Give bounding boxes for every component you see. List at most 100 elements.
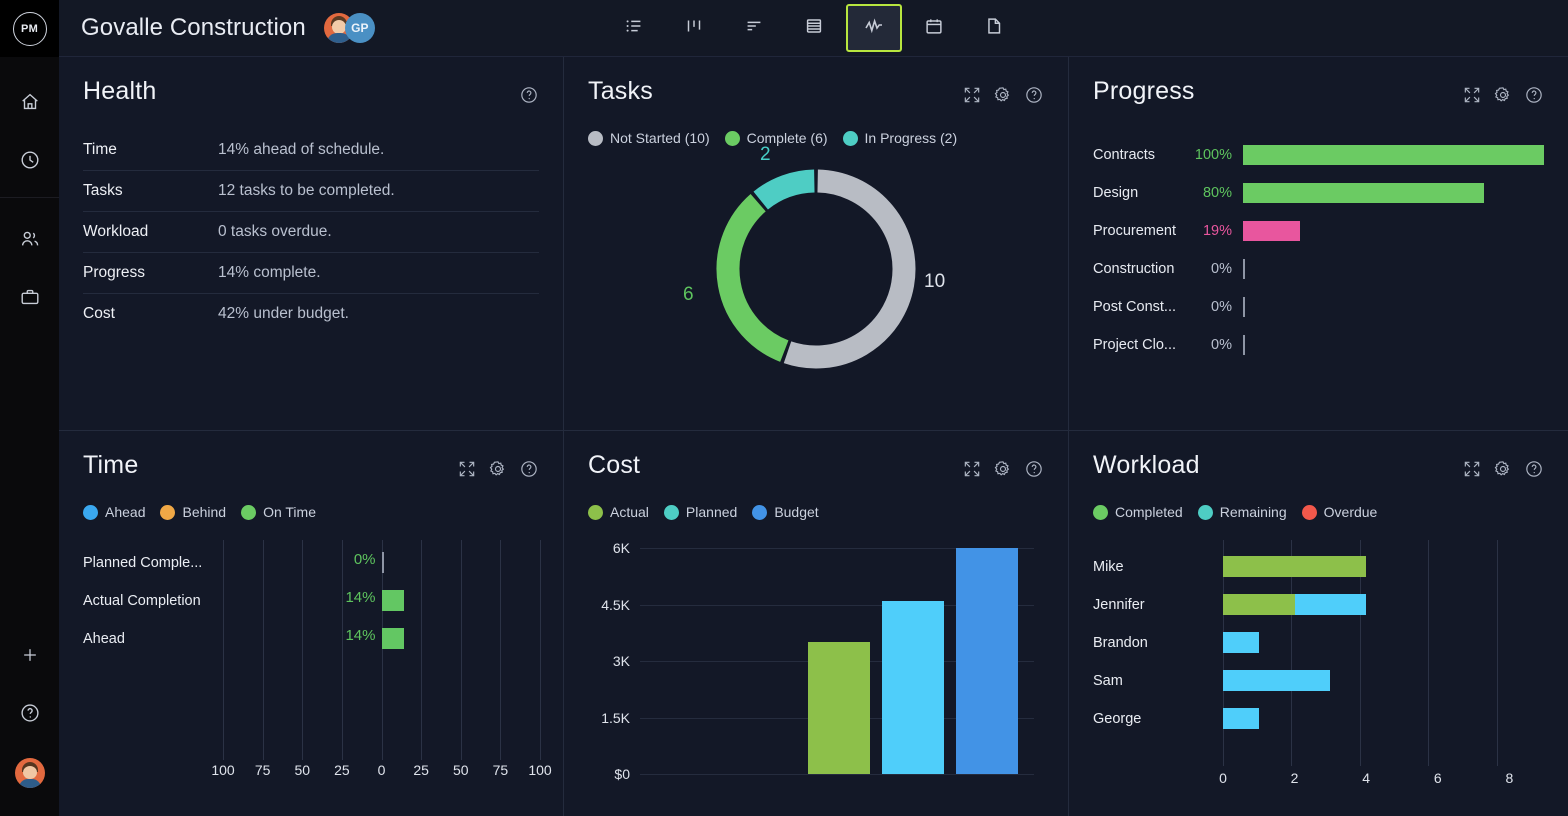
help-circle-icon[interactable] (1524, 85, 1544, 110)
workload-legend-item[interactable]: Completed (1093, 504, 1183, 520)
time-legend-item[interactable]: On Time (241, 504, 316, 520)
gear-icon[interactable] (1493, 85, 1513, 110)
tab-list[interactable] (606, 4, 662, 52)
progress-row-value: 19% (1202, 223, 1232, 239)
tab-calendar[interactable] (906, 4, 962, 52)
cost-bar[interactable] (882, 600, 944, 774)
time-legend-item[interactable]: Behind (160, 504, 226, 520)
progress-row[interactable]: Design 80% (1093, 174, 1544, 212)
rail-item-help[interactable] (0, 686, 59, 744)
rail-item-profile[interactable] (0, 744, 59, 802)
cost-bar[interactable] (956, 548, 1018, 774)
workload-bar-segment[interactable] (1223, 594, 1295, 615)
progress-row[interactable]: Project Clo... 0% (1093, 326, 1544, 364)
progress-row[interactable]: Procurement 19% (1093, 212, 1544, 250)
donut-slice[interactable] (753, 169, 815, 210)
rail-item-home[interactable] (0, 75, 59, 133)
legend-label: Overdue (1323, 504, 1378, 520)
axis-tick-label: 0 (377, 762, 386, 778)
avatar-group[interactable]: GP (323, 13, 375, 43)
gear-icon[interactable] (993, 85, 1013, 110)
progress-row-label: Contracts (1093, 147, 1156, 163)
help-circle-icon[interactable] (519, 459, 539, 484)
progress-row[interactable]: Contracts 100% (1093, 136, 1544, 174)
help-circle-icon[interactable] (1524, 459, 1544, 484)
workload-legend-item[interactable]: Overdue (1301, 504, 1378, 520)
gear-icon[interactable] (1493, 459, 1513, 484)
expand-icon[interactable] (457, 459, 477, 484)
help-circle-icon[interactable] (1024, 85, 1044, 110)
time-row-value: 14% (345, 589, 376, 606)
progress-row-track (1243, 145, 1544, 165)
gear-icon[interactable] (993, 459, 1013, 484)
expand-icon[interactable] (962, 85, 982, 110)
progress-row-track (1243, 259, 1544, 279)
tab-files[interactable] (966, 4, 1022, 52)
cost-legend-item[interactable]: Budget (752, 504, 819, 520)
briefcase-icon (19, 286, 41, 313)
workload-bar-segment[interactable] (1223, 556, 1367, 577)
view-tabs (606, 0, 1022, 56)
tab-sheet[interactable] (786, 4, 842, 52)
progress-row[interactable]: Post Const... 0% (1093, 288, 1544, 326)
plus-icon (20, 645, 40, 670)
tab-gantt[interactable] (726, 4, 782, 52)
legend-label: Remaining (1219, 504, 1287, 520)
axis-tick-label: 4 (1362, 770, 1371, 786)
expand-icon[interactable] (1462, 85, 1482, 110)
time-axis: 100 75 50 25 0 25 50 75 100 (83, 762, 551, 786)
tasks-legend-item[interactable]: Complete (6) (724, 130, 828, 146)
time-row-value: 14% (345, 627, 376, 644)
health-row-key: Tasks (83, 182, 123, 199)
progress-row-value: 0% (1211, 261, 1232, 277)
rail-group-primary (0, 57, 59, 197)
tasks-legend-item[interactable]: Not Started (10) (588, 130, 710, 146)
rail-item-people[interactable] (0, 212, 59, 270)
legend-swatch (724, 130, 740, 146)
tab-dashboard[interactable] (845, 4, 902, 52)
file-icon (983, 15, 1005, 42)
calendar-icon (923, 15, 945, 42)
rail-item-add[interactable] (0, 628, 59, 686)
cost-legend-item[interactable]: Planned (663, 504, 738, 520)
time-row-bar[interactable] (381, 628, 404, 649)
workload-bar-segment[interactable] (1294, 594, 1367, 615)
donut-slice[interactable] (716, 194, 789, 362)
tab-board[interactable] (666, 4, 722, 52)
rail-item-projects[interactable] (0, 270, 59, 328)
tasks-legend-item[interactable]: In Progress (2) (842, 130, 957, 146)
left-rail: PM (0, 0, 59, 816)
legend-label: Planned (685, 504, 738, 520)
expand-icon[interactable] (962, 459, 982, 484)
progress-bar-list: Contracts 100% Design 80% Procurement 19% Cons… (1093, 136, 1544, 364)
workload-legend-item[interactable]: Remaining (1197, 504, 1287, 520)
legend-swatch (241, 504, 257, 520)
donut-slice[interactable] (783, 169, 916, 369)
progress-row-label: Project Clo... (1093, 337, 1176, 353)
help-circle-icon[interactable] (1024, 459, 1044, 484)
gear-icon[interactable] (488, 459, 508, 484)
gridline (640, 774, 1034, 775)
legend-swatch (160, 504, 176, 520)
workload-bar-segment[interactable] (1223, 708, 1259, 729)
app-logo[interactable]: PM (0, 0, 59, 57)
panel-title: Time (83, 451, 139, 479)
progress-row[interactable]: Construction 0% (1093, 250, 1544, 288)
workload-axis: 0 2 4 6 8 (1093, 770, 1544, 798)
rail-item-recent[interactable] (0, 133, 59, 191)
time-row-bar[interactable] (381, 590, 404, 611)
health-row-key: Time (83, 141, 117, 158)
time-legend-item[interactable]: Ahead (83, 504, 145, 520)
axis-tick-label: 25 (413, 762, 429, 778)
cost-legend-item[interactable]: Actual (588, 504, 649, 520)
cost-bar[interactable] (808, 642, 870, 774)
expand-icon[interactable] (1462, 459, 1482, 484)
tasks-legend: Not Started (10) Complete (6) In Progress … (588, 130, 1044, 146)
health-row-value: 12 tasks to be completed. (218, 182, 395, 199)
health-row-value: 0 tasks overdue. (218, 223, 332, 240)
help-circle-icon[interactable] (519, 85, 539, 110)
workload-bar-segment[interactable] (1223, 632, 1259, 653)
avatar-initials[interactable]: GP (344, 13, 375, 43)
workload-row: Jennifer (1093, 586, 1544, 624)
workload-bar-segment[interactable] (1223, 670, 1331, 691)
